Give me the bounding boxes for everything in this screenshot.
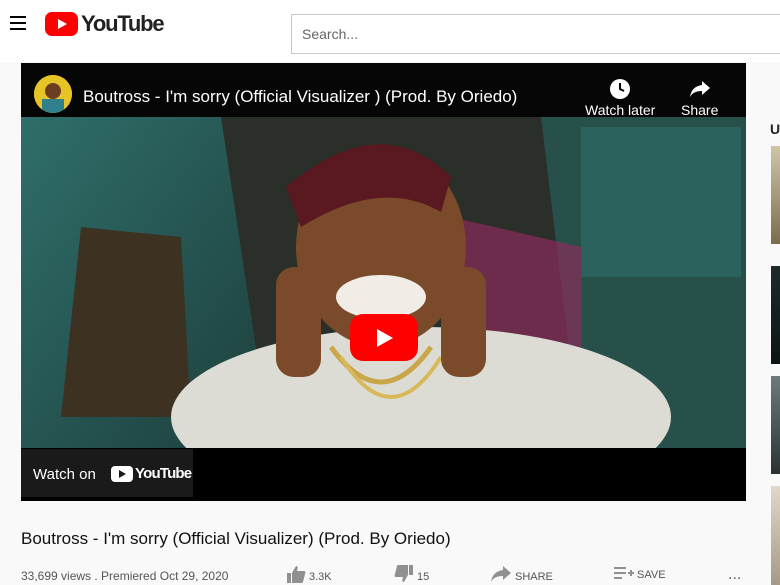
share-overlay-button[interactable]: Share (681, 76, 718, 118)
search-box[interactable] (291, 14, 780, 54)
watch-later-label: Watch later (585, 102, 656, 118)
watch-on-label: Watch on (33, 466, 96, 483)
suggested-video-thumbnail[interactable] (771, 146, 780, 244)
video-meta: 33,699 views . Premiered Oct 29, 2020 (21, 569, 229, 583)
more-icon: ... (728, 566, 742, 583)
logo-text: YouTube (81, 11, 165, 36)
save-label: SAVE (637, 569, 666, 581)
share-button[interactable]: SHARE (490, 565, 553, 583)
more-actions-button[interactable]: ... (728, 566, 741, 584)
youtube-logo[interactable]: YouTube (45, 11, 165, 37)
video-player[interactable]: Boutross - I'm sorry (Official Visualize… (21, 63, 746, 501)
like-count: 3.3K (309, 571, 332, 583)
like-button[interactable]: 3.3K (286, 565, 332, 583)
dislike-button[interactable]: 15 (394, 565, 429, 583)
playlist-add-icon (614, 567, 634, 579)
video-title: Boutross - I'm sorry (Official Visualize… (21, 529, 451, 548)
share-label: SHARE (515, 571, 553, 583)
channel-avatar[interactable] (34, 75, 72, 113)
youtube-mini-icon (111, 465, 133, 482)
watch-on-brand: YouTube (135, 465, 192, 482)
watch-on-youtube-button[interactable]: Watch on YouTube (21, 449, 193, 497)
menu-icon[interactable] (10, 16, 26, 30)
up-next-heading: U (770, 121, 780, 137)
thumbs-down-icon (394, 565, 413, 582)
watch-on-youtube-logo: YouTube (111, 465, 192, 482)
play-button[interactable] (350, 314, 418, 361)
video-frame[interactable] (21, 117, 746, 448)
watch-later-button[interactable]: Watch later (585, 76, 655, 118)
share-overlay-label: Share (681, 102, 719, 118)
top-bar: YouTube (0, 0, 780, 62)
suggested-video-thumbnail[interactable] (771, 486, 780, 585)
share-icon (491, 566, 511, 582)
player-title-bar: Boutross - I'm sorry (Official Visualize… (21, 63, 746, 118)
suggested-video-thumbnail[interactable] (771, 266, 780, 364)
dislike-count: 15 (417, 571, 430, 583)
youtube-play-logo-icon (45, 12, 78, 36)
search-input[interactable] (292, 15, 780, 53)
thumbs-up-icon (287, 566, 306, 583)
clock-icon (585, 76, 655, 102)
video-thumbnail-image (21, 117, 746, 448)
save-button[interactable]: SAVE (614, 565, 666, 581)
player-video-title[interactable]: Boutross - I'm sorry (Official Visualize… (83, 87, 517, 107)
share-arrow-icon (681, 76, 718, 102)
suggested-video-thumbnail[interactable] (771, 376, 780, 474)
